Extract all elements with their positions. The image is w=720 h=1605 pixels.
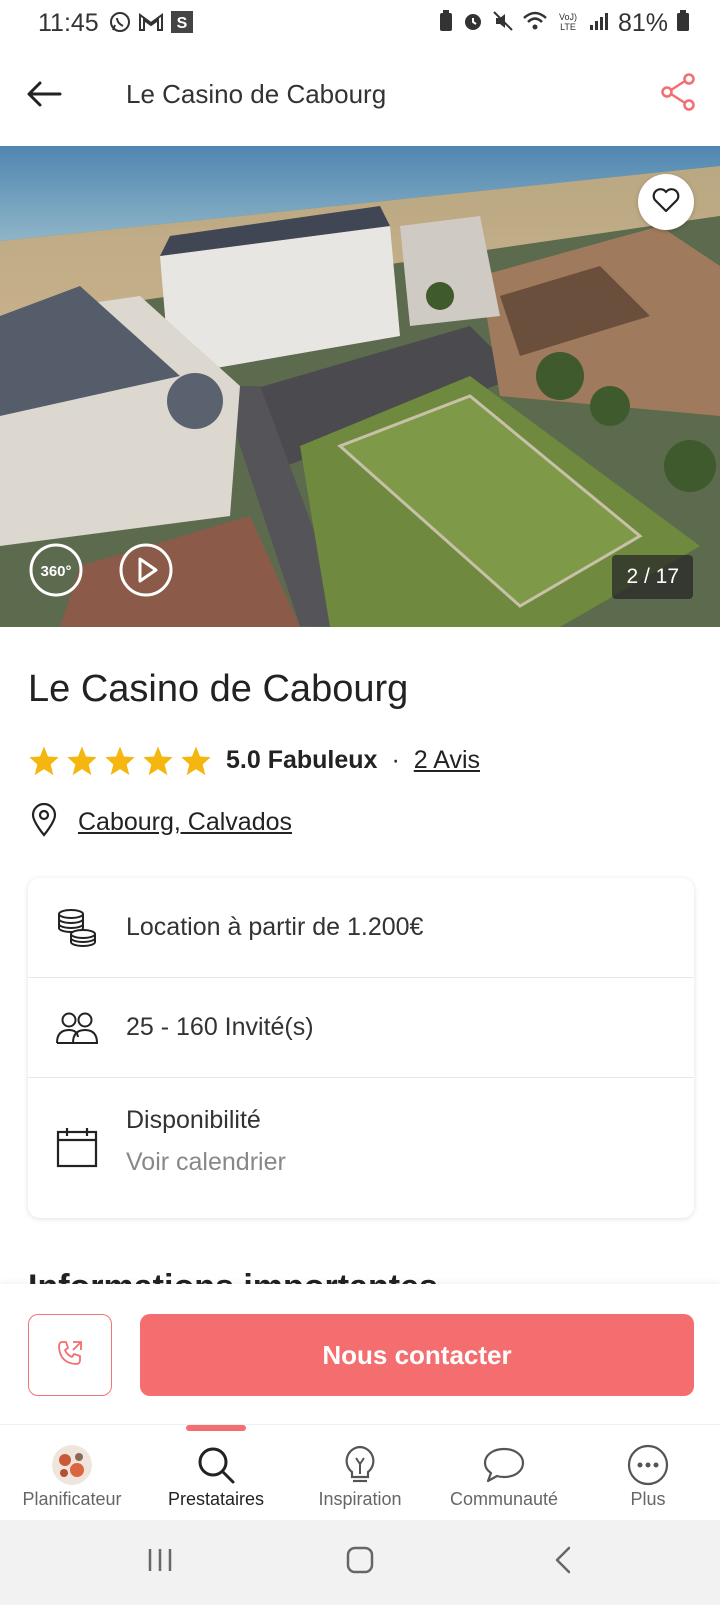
contact-bar: Nous contacter [0, 1284, 720, 1424]
rating-text: 5.0 Fabuleux [226, 745, 378, 774]
aerial-photo [0, 146, 720, 627]
chevron-left-icon [549, 1545, 579, 1580]
whatsapp-icon [108, 10, 132, 39]
star-icon [29, 746, 59, 775]
more-icon [626, 1443, 670, 1487]
venue-photo[interactable]: 360° 2 / 17 [0, 146, 720, 627]
chat-bubble-icon [482, 1443, 526, 1487]
share-button[interactable] [656, 72, 700, 116]
battery-icon [676, 10, 690, 37]
app-header: Le Casino de Cabourg [0, 46, 720, 146]
separator: · [391, 745, 400, 774]
guests-icon [54, 1005, 100, 1051]
volte-icon: VoJ) LTE [556, 10, 580, 37]
photo-counter: 2 / 17 [612, 555, 693, 599]
bottom-nav: Planificateur Prestataires Inspiration C… [0, 1424, 720, 1520]
price-text: Location à partir de 1.200€ [126, 913, 424, 941]
nav-prestataires[interactable]: Prestataires [144, 1425, 288, 1521]
reviews-link[interactable]: 2 Avis [414, 746, 480, 775]
view-360-button[interactable]: 360° [28, 542, 84, 598]
location-pin-icon [30, 802, 58, 842]
status-time: 11:45 [38, 9, 99, 37]
location-link[interactable]: Cabourg, Calvados [78, 808, 292, 837]
price-row: Location à partir de 1.200€ [28, 878, 694, 978]
nav-label: Inspiration [318, 1489, 402, 1509]
system-back-button[interactable] [542, 1542, 586, 1582]
svg-text:360°: 360° [40, 563, 71, 580]
favorite-button[interactable] [638, 174, 694, 230]
coins-icon [54, 905, 100, 951]
wifi-icon [522, 10, 548, 37]
svg-text:S: S [177, 15, 188, 32]
location-row: Cabourg, Calvados [30, 802, 292, 842]
recent-apps-icon [145, 1545, 175, 1580]
rating-row: 5.0 Fabuleux · 2 Avis [28, 740, 480, 780]
nav-label: Plus [630, 1489, 666, 1509]
play-icon [119, 543, 173, 597]
call-button[interactable] [28, 1314, 112, 1396]
guests-row: 25 - 160 Invité(s) [28, 978, 694, 1078]
signal-icon [588, 10, 610, 37]
home-button[interactable] [338, 1542, 382, 1582]
guests-text: 25 - 160 Invité(s) [126, 1013, 314, 1041]
gmail-icon [138, 11, 164, 38]
contact-button[interactable]: Nous contacter [140, 1314, 694, 1396]
nav-communaute[interactable]: Communauté [432, 1425, 576, 1521]
system-nav-bar [0, 1520, 720, 1605]
battery-saver-icon [438, 10, 454, 37]
share-icon [660, 72, 696, 116]
back-button[interactable] [22, 74, 66, 118]
star-icon [181, 746, 211, 775]
availability-title: Disponibilité [126, 1106, 261, 1134]
calendar-link[interactable]: Voir calendrier [126, 1148, 286, 1177]
battery-percent: 81% [617, 9, 668, 37]
nav-plus[interactable]: Plus [576, 1425, 720, 1521]
search-icon [194, 1443, 238, 1487]
nav-inspiration[interactable]: Inspiration [288, 1425, 432, 1521]
availability-row[interactable]: Disponibilité Voir calendrier [28, 1078, 694, 1218]
rotate-360-icon: 360° [29, 543, 83, 597]
svg-text:LTE: LTE [560, 22, 576, 32]
avatar [50, 1443, 94, 1487]
lightbulb-icon [338, 1443, 382, 1487]
mute-icon [492, 10, 514, 37]
header-title: Le Casino de Cabourg [126, 79, 387, 109]
nav-planificateur[interactable]: Planificateur [0, 1425, 144, 1521]
star-icon [143, 746, 173, 775]
alarm-icon [462, 10, 484, 37]
heart-icon [652, 187, 680, 218]
nav-label: Communauté [449, 1489, 559, 1509]
svg-text:VoJ): VoJ) [559, 12, 577, 22]
nav-label: Prestataires [167, 1489, 265, 1509]
star-icon [105, 746, 135, 775]
status-bar: 11:45 S VoJ) LTE 81% [0, 0, 720, 46]
arrow-left-icon [26, 80, 62, 113]
play-video-button[interactable] [118, 542, 174, 598]
star-rating [28, 745, 212, 776]
recent-apps-button[interactable] [138, 1542, 182, 1582]
venue-title: Le Casino de Cabourg [28, 668, 409, 710]
home-icon [345, 1545, 375, 1580]
phone-icon [55, 1338, 85, 1373]
venue-info-card: Location à partir de 1.200€ 25 - 160 Inv… [28, 878, 694, 1218]
calendar-icon [54, 1124, 100, 1170]
star-icon [67, 746, 97, 775]
nav-label: Planificateur [22, 1489, 122, 1509]
section-heading: Informations importantes [28, 1270, 438, 1284]
s-icon: S [170, 10, 194, 39]
